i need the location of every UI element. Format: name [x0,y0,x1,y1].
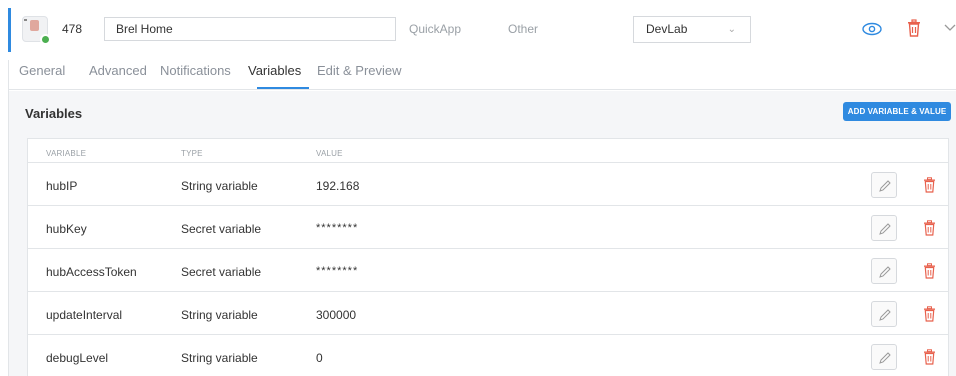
device-name-input[interactable] [104,17,396,41]
device-thumbnail-icon [22,16,51,45]
room-select[interactable]: DevLab ⌄ [633,16,751,43]
variables-panel: Variables ADD VARIABLE & VALUE VARIABLE … [9,91,956,376]
edit-button[interactable] [871,258,897,284]
variable-name: hubKey [46,222,87,236]
edit-button[interactable] [871,172,897,198]
section-title: Variables [25,106,83,121]
variable-name: hubAccessToken [46,265,137,279]
variables-table: VARIABLE TYPE VALUE hubIP String variabl… [27,138,949,376]
variable-type: String variable [181,351,258,365]
tab-advanced[interactable]: Advanced [89,63,147,78]
trash-icon[interactable] [923,349,936,365]
trash-icon[interactable] [907,19,921,37]
device-category: Other [508,22,539,36]
device-type: QuickApp [409,22,462,36]
trash-icon[interactable] [923,220,936,236]
pencil-icon [879,352,891,364]
table-row: hubKey Secret variable ******** [28,206,948,249]
table-header: VARIABLE TYPE VALUE [28,139,948,163]
trash-icon[interactable] [923,263,936,279]
tab-variables[interactable]: Variables [248,63,301,78]
table-row: hubAccessToken Secret variable ******** [28,249,948,292]
variable-type: Secret variable [181,265,262,279]
variable-name: debugLevel [46,351,109,365]
variable-type: Secret variable [181,222,262,236]
variable-value: 192.168 [316,179,360,193]
table-row: hubIP String variable 192.168 [28,163,948,206]
edit-button[interactable] [871,344,897,370]
variable-value: 300000 [316,308,357,322]
online-status-icon [40,34,51,45]
variable-value: 0 [316,351,323,365]
active-tab-indicator [257,87,309,89]
tab-edit-preview[interactable]: Edit & Preview [317,63,402,78]
variable-type: String variable [181,179,258,193]
variable-name: hubIP [46,179,78,193]
variable-type: String variable [181,308,258,322]
pencil-icon [879,223,891,235]
tab-notifications[interactable]: Notifications [160,63,231,78]
trash-icon[interactable] [923,306,936,322]
pencil-icon [879,266,891,278]
column-header-variable: VARIABLE [46,149,87,158]
device-row: 478 QuickApp Other DevLab ⌄ [0,0,956,60]
table-row: updateInterval String variable 300000 [28,292,948,335]
variable-value: ******** [316,265,359,277]
table-row: debugLevel String variable 0 [28,335,948,376]
add-variable-button[interactable]: ADD VARIABLE & VALUE [843,102,951,121]
room-select-value: DevLab [646,22,688,36]
variable-name: updateInterval [46,308,123,322]
variable-value: ******** [316,222,359,234]
chevron-down-icon: ⌄ [727,24,736,35]
column-header-type: TYPE [181,149,203,158]
device-id: 478 [62,22,83,36]
pencil-icon [879,309,891,321]
column-header-value: VALUE [316,149,343,158]
trash-icon[interactable] [923,177,936,193]
device-tabs: General Advanced Notifications Variables… [9,60,956,90]
tab-general[interactable]: General [19,63,65,78]
selection-indicator [8,8,11,52]
pencil-icon [879,180,891,192]
eye-icon[interactable] [862,21,882,37]
edit-button[interactable] [871,301,897,327]
chevron-down-icon[interactable] [944,22,956,32]
edit-button[interactable] [871,215,897,241]
